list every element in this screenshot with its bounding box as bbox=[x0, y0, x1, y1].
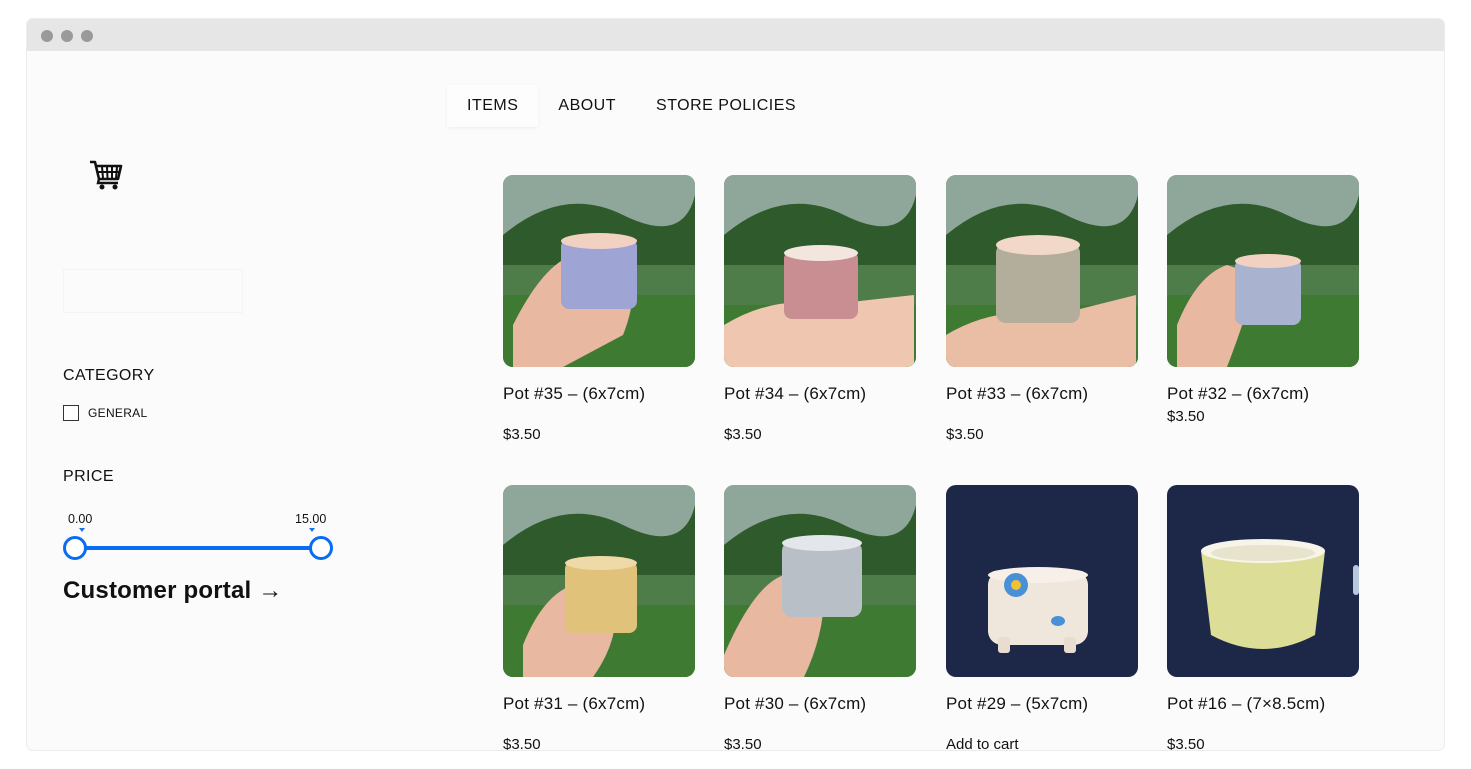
top-nav: ITEMS ABOUT STORE POLICIES bbox=[447, 85, 816, 127]
price-slider-min-handle[interactable] bbox=[63, 536, 87, 560]
category-label: GENERAL bbox=[88, 406, 148, 420]
product-title[interactable]: Pot #30 – (6x7cm) bbox=[724, 694, 916, 714]
product-image[interactable] bbox=[724, 485, 916, 677]
product-price: $3.50 bbox=[724, 426, 762, 443]
product-photo-icon bbox=[946, 175, 1138, 367]
customer-portal-label: Customer portal bbox=[63, 577, 252, 604]
window-close-dot[interactable] bbox=[41, 30, 53, 42]
product-photo-icon bbox=[724, 485, 916, 677]
product-title[interactable]: Pot #29 – (5x7cm) bbox=[946, 694, 1138, 714]
category-heading: CATEGORY bbox=[63, 367, 155, 384]
search-placeholder-box[interactable] bbox=[63, 269, 243, 313]
shopping-cart-icon[interactable] bbox=[89, 159, 123, 191]
product-card[interactable]: Pot #33 – (6x7cm) $3.50 bbox=[946, 175, 1138, 443]
product-card[interactable]: Pot #29 – (5x7cm) Add to cart bbox=[946, 485, 1138, 750]
nav-about[interactable]: ABOUT bbox=[538, 85, 636, 127]
price-max-value: 15.00 bbox=[295, 512, 327, 526]
window-titlebar bbox=[27, 19, 1444, 51]
price-slider-max-handle[interactable] bbox=[309, 536, 333, 560]
product-image[interactable] bbox=[503, 485, 695, 677]
product-photo-icon bbox=[946, 485, 1138, 677]
product-price: $3.50 bbox=[503, 426, 541, 443]
price-heading: PRICE bbox=[63, 468, 114, 485]
price-max-caret-icon bbox=[309, 528, 315, 532]
product-photo-icon bbox=[1167, 485, 1359, 677]
price-min-value: 0.00 bbox=[68, 512, 93, 526]
product-photo-icon bbox=[724, 175, 916, 367]
product-title[interactable]: Pot #34 – (6x7cm) bbox=[724, 384, 916, 404]
product-card[interactable]: Pot #31 – (6x7cm) $3.50 bbox=[503, 485, 695, 750]
product-photo-icon bbox=[503, 485, 695, 677]
window-maximize-dot[interactable] bbox=[81, 30, 93, 42]
nav-items[interactable]: ITEMS bbox=[447, 85, 539, 127]
window-minimize-dot[interactable] bbox=[61, 30, 73, 42]
product-title[interactable]: Pot #16 – (7×8.5cm) bbox=[1167, 694, 1359, 714]
category-option-general[interactable]: GENERAL bbox=[63, 405, 147, 421]
product-title[interactable]: Pot #31 – (6x7cm) bbox=[503, 694, 695, 714]
product-photo-icon bbox=[503, 175, 695, 367]
browser-window: ITEMS ABOUT STORE POLICIES CATEGORY GENE… bbox=[27, 19, 1444, 750]
product-image[interactable] bbox=[724, 175, 916, 367]
product-title[interactable]: Pot #32 – (6x7cm) bbox=[1167, 384, 1359, 404]
price-min-caret-icon bbox=[79, 528, 85, 532]
add-to-cart-button[interactable]: Add to cart bbox=[946, 736, 1138, 750]
product-card[interactable]: Pot #16 – (7×8.5cm) $3.50 bbox=[1167, 485, 1359, 750]
product-price: $3.50 bbox=[946, 426, 984, 443]
price-slider-track[interactable] bbox=[75, 546, 321, 550]
page-content: ITEMS ABOUT STORE POLICIES CATEGORY GENE… bbox=[27, 51, 1444, 750]
product-image[interactable] bbox=[946, 485, 1138, 677]
product-card[interactable]: Pot #32 – (6x7cm) $3.50 bbox=[1167, 175, 1359, 425]
product-price: $3.50 bbox=[724, 736, 762, 750]
arrow-right-icon: → bbox=[258, 577, 283, 604]
product-price: $3.50 bbox=[1167, 736, 1205, 750]
product-price: $3.50 bbox=[503, 736, 541, 750]
product-image[interactable] bbox=[503, 175, 695, 367]
product-image[interactable] bbox=[1167, 485, 1359, 677]
customer-portal-link[interactable]: Customer portal → bbox=[63, 577, 282, 605]
nav-store-policies[interactable]: STORE POLICIES bbox=[636, 85, 816, 127]
product-price: $3.50 bbox=[1167, 408, 1205, 425]
product-card[interactable]: Pot #30 – (6x7cm) $3.50 bbox=[724, 485, 916, 750]
product-title[interactable]: Pot #33 – (6x7cm) bbox=[946, 384, 1138, 404]
product-title[interactable]: Pot #35 – (6x7cm) bbox=[503, 384, 695, 404]
product-card[interactable]: Pot #35 – (6x7cm) $3.50 bbox=[503, 175, 695, 443]
product-photo-icon bbox=[1167, 175, 1359, 367]
product-card[interactable]: Pot #34 – (6x7cm) $3.50 bbox=[724, 175, 916, 443]
product-image[interactable] bbox=[946, 175, 1138, 367]
category-checkbox[interactable] bbox=[63, 405, 79, 421]
product-image[interactable] bbox=[1167, 175, 1359, 367]
